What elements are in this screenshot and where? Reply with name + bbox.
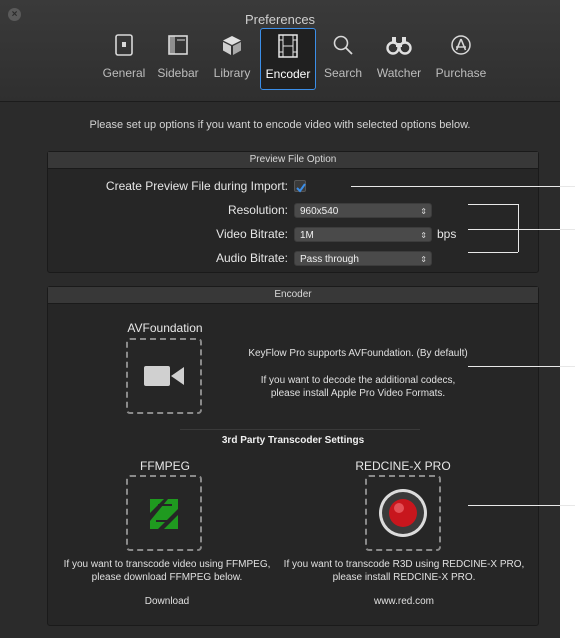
callout-line-audio (468, 252, 518, 253)
tab-library[interactable]: Library (208, 28, 256, 88)
ffmpeg-info-line1: If you want to transcode video using FFM… (63, 559, 271, 570)
ffmpeg-download-link[interactable]: Download (48, 595, 286, 609)
tab-general[interactable]: General (100, 28, 148, 88)
avfoundation-support-text: KeyFlow Pro supports AVFoundation. (By d… (248, 348, 468, 359)
red-digital-cinema-logo-icon (379, 489, 427, 537)
avfoundation-codec-text: If you want to decode the additional cod… (260, 375, 456, 386)
magnifier-icon (320, 28, 366, 62)
preferences-window: × Preferences General Sidebar Library En… (0, 0, 560, 638)
film-strip-icon (261, 29, 315, 63)
redcine-title: REDCINE-X PRO (355, 459, 451, 473)
preview-group-header: Preview File Option (48, 152, 538, 169)
callout-line-resolution (468, 204, 518, 205)
audio-bitrate-select[interactable]: Pass through ⇕ (294, 251, 432, 266)
checkmark-icon (296, 183, 306, 193)
redcine-box (365, 475, 441, 551)
redcine-info-line1: If you want to transcode R3D using REDCI… (283, 559, 525, 570)
callout-line-third-party (468, 505, 575, 506)
redcine-info-line2: please install REDCINE-X PRO. (332, 572, 476, 583)
divider (180, 429, 420, 430)
audio-bitrate-label: Audio Bitrate: (215, 251, 288, 265)
encoder-group-header: Encoder (48, 287, 538, 304)
select-arrows-icon: ⇕ (420, 231, 427, 240)
encoder-group: Encoder AVFoundation KeyFlow Pro support… (47, 286, 539, 626)
avfoundation-install-text: please install Apple Pro Video Formats. (270, 388, 446, 399)
tab-sidebar[interactable]: Sidebar (152, 28, 204, 88)
binoculars-icon (372, 28, 426, 62)
redcine-website-link[interactable]: www.red.com (276, 595, 532, 609)
tab-search[interactable]: Search (320, 28, 366, 88)
ffmpeg-title: FFMPEG (140, 459, 190, 473)
ffmpeg-box (126, 475, 202, 551)
encoder-pane: Please set up options if you want to enc… (0, 102, 560, 638)
create-preview-label: Create Preview File during Import: (105, 179, 288, 193)
tab-watcher[interactable]: Watcher (372, 28, 426, 88)
third-party-title: 3rd Party Transcoder Settings (221, 435, 365, 446)
select-arrows-icon: ⇕ (420, 207, 427, 216)
general-icon (100, 28, 148, 62)
preview-file-option-group: Preview File Option Create Preview File … (47, 151, 539, 273)
ffmpeg-info-line2: please download FFMPEG below. (91, 572, 243, 583)
select-arrows-icon: ⇕ (420, 255, 427, 264)
sidebar-icon (152, 28, 204, 62)
bitrate-unit: bps (437, 227, 457, 241)
callout-line-video-bitrate (468, 229, 575, 230)
create-preview-checkbox[interactable] (294, 180, 306, 193)
library-cube-icon (208, 28, 256, 62)
resolution-select[interactable]: 960x540 ⇕ (294, 203, 432, 218)
avfoundation-title: AVFoundation (127, 321, 203, 335)
tab-purchase[interactable]: Purchase (432, 28, 490, 88)
avfoundation-box (126, 338, 202, 414)
window-title: Preferences (244, 12, 316, 27)
callout-line-create-preview (351, 186, 575, 187)
title-bar: × Preferences General Sidebar Library En… (0, 0, 560, 102)
video-bitrate-label: Video Bitrate: (216, 227, 288, 241)
video-bitrate-select[interactable]: 1M ⇕ (294, 227, 432, 242)
ffmpeg-logo-icon (150, 499, 178, 529)
resolution-label: Resolution: (227, 203, 288, 217)
intro-text: Please set up options if you want to enc… (89, 119, 471, 131)
callout-bracket (518, 204, 519, 252)
video-camera-icon (144, 366, 184, 386)
app-store-icon (432, 28, 490, 62)
callout-line-avfoundation (468, 366, 575, 367)
tab-encoder[interactable]: Encoder (260, 28, 316, 90)
